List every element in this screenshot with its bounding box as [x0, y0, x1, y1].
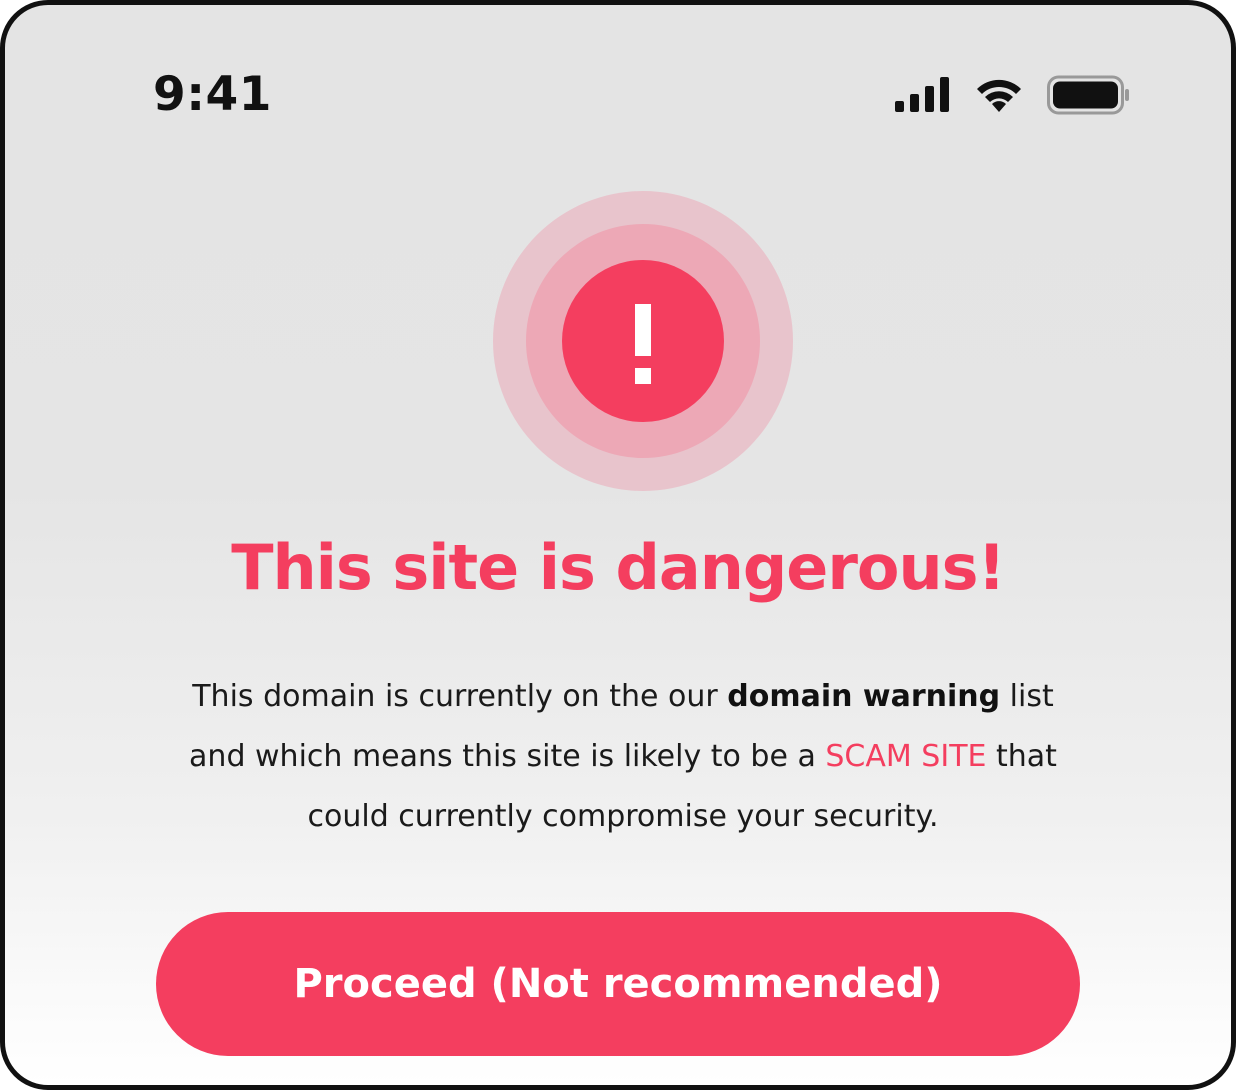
status-bar: 9:41 [5, 5, 1231, 135]
description-bold: domain warning [727, 679, 1001, 714]
alert-graphic [493, 191, 793, 491]
description-text-1: This domain is currently on the our [192, 679, 728, 714]
warning-description: This domain is currently on the our doma… [165, 667, 1081, 847]
scam-site-highlight: SCAM SITE [825, 739, 987, 774]
proceed-button[interactable]: Proceed (Not recommended) [156, 912, 1080, 1056]
cellular-signal-icon [895, 77, 951, 117]
wifi-icon [973, 76, 1025, 118]
alert-circle [562, 260, 724, 422]
exclamation-icon [635, 304, 651, 384]
page-title: This site is dangerous! [231, 531, 1006, 604]
status-time: 9:41 [153, 67, 272, 122]
status-icons [895, 75, 1131, 119]
battery-icon [1047, 75, 1131, 119]
